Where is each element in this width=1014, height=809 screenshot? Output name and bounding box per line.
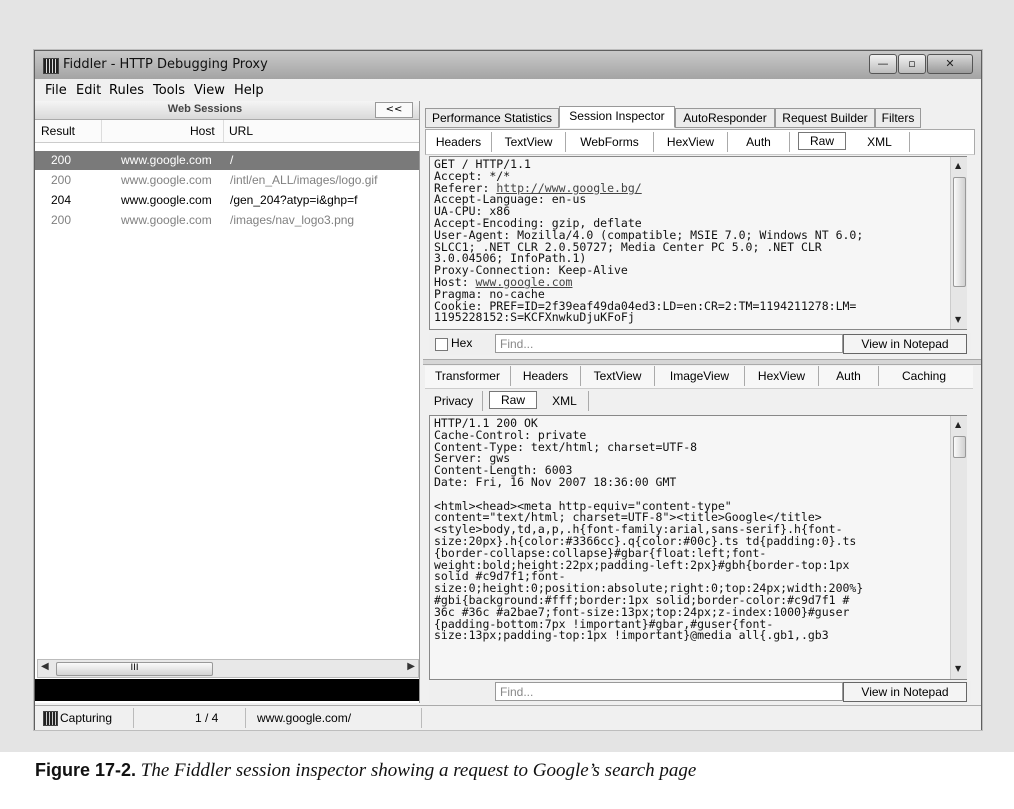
- resp-tab-headers[interactable]: Headers: [511, 366, 581, 386]
- req-tab-hexview[interactable]: HexView: [654, 132, 728, 152]
- menu-file[interactable]: File: [45, 83, 67, 98]
- session-result: 204: [51, 193, 72, 207]
- hex-label: Hex: [451, 336, 473, 350]
- session-url: /gen_204?atyp=i&ghp=f: [230, 193, 358, 207]
- close-button[interactable]: ✕: [927, 54, 973, 74]
- maximize-button[interactable]: ▫: [898, 54, 926, 74]
- tab-performance-statistics[interactable]: Performance Statistics: [425, 108, 559, 128]
- request-view-in-notepad-button[interactable]: View in Notepad: [843, 334, 967, 354]
- session-row[interactable]: 200 www.google.com /images/nav_logo3.png: [35, 211, 419, 230]
- session-row[interactable]: 204 www.google.com /gen_204?atyp=i&ghp=f: [35, 191, 419, 210]
- resp-tab-hexview[interactable]: HexView: [745, 366, 819, 386]
- req-tab-raw[interactable]: Raw: [798, 132, 846, 150]
- resp-tab-caching[interactable]: Caching: [879, 366, 969, 386]
- resp-tab-privacy[interactable]: Privacy: [425, 391, 483, 411]
- response-view-in-notepad-button[interactable]: View in Notepad: [843, 682, 967, 702]
- resp-tab-raw[interactable]: Raw: [489, 391, 537, 409]
- status-url: www.google.com/: [257, 711, 352, 725]
- tab-request-builder[interactable]: Request Builder: [775, 108, 875, 128]
- scroll-right-icon[interactable]: ▶: [407, 661, 415, 672]
- minimize-button[interactable]: —: [869, 54, 897, 74]
- session-result: 200: [51, 213, 72, 227]
- column-url[interactable]: URL: [229, 124, 253, 138]
- session-url: /images/nav_logo3.png: [230, 213, 355, 227]
- hex-checkbox[interactable]: [435, 338, 448, 351]
- request-find-bar: Hex Find... View in Notepad: [429, 333, 971, 355]
- req-tab-auth[interactable]: Auth: [728, 132, 790, 152]
- window-controls: — ▫ ✕: [868, 54, 973, 74]
- figure-caption: Figure 17-2. The Fiddler session inspect…: [35, 760, 696, 782]
- menu-help[interactable]: Help: [234, 83, 264, 98]
- window-title: Fiddler - HTTP Debugging Proxy: [63, 57, 268, 72]
- scroll-down-icon[interactable]: ▼: [955, 315, 961, 324]
- sessions-horizontal-scrollbar[interactable]: ◀ III ▶: [37, 659, 419, 678]
- request-vertical-scrollbar[interactable]: ▲ ▼: [950, 157, 967, 329]
- response-vertical-scrollbar[interactable]: ▲ ▼: [950, 416, 967, 679]
- menu-edit[interactable]: Edit: [76, 83, 101, 98]
- request-find-input[interactable]: Find...: [495, 334, 843, 353]
- web-sessions-pane: Web Sessions << Result Host URL 200 www.…: [35, 101, 420, 703]
- response-find-input[interactable]: Find...: [495, 682, 843, 701]
- figure-label: Figure 17-2.: [35, 760, 137, 780]
- session-result: 200: [51, 153, 72, 167]
- response-raw-text[interactable]: HTTP/1.1 200 OK Cache-Control: private C…: [429, 415, 967, 680]
- scroll-left-icon[interactable]: ◀: [41, 661, 49, 672]
- menu-bar: File Edit Rules Tools View Help: [35, 79, 981, 101]
- resp-tab-transformer[interactable]: Transformer: [425, 366, 511, 386]
- response-scroll-thumb[interactable]: [953, 436, 966, 458]
- tab-session-inspector[interactable]: Session Inspector: [559, 106, 675, 128]
- title-bar[interactable]: Fiddler - HTTP Debugging Proxy — ▫ ✕: [35, 51, 981, 79]
- session-row[interactable]: 200 www.google.com /: [35, 151, 419, 170]
- session-result: 200: [51, 173, 72, 187]
- response-tabs-row1: Transformer Headers TextView ImageView H…: [425, 366, 973, 389]
- session-host: www.google.com: [121, 193, 212, 207]
- session-host: www.google.com: [121, 173, 212, 187]
- resp-tab-textview[interactable]: TextView: [581, 366, 655, 386]
- session-host: www.google.com: [121, 213, 212, 227]
- session-row[interactable]: 200 www.google.com /intl/en_ALL/images/l…: [35, 171, 419, 190]
- req-tab-webforms[interactable]: WebForms: [566, 132, 654, 152]
- req-tab-headers[interactable]: Headers: [426, 132, 492, 152]
- fiddler-window: Fiddler - HTTP Debugging Proxy — ▫ ✕ Fil…: [34, 50, 982, 730]
- scroll-up-icon[interactable]: ▲: [955, 420, 961, 429]
- session-url: /intl/en_ALL/images/logo.gif: [230, 173, 378, 187]
- session-host: www.google.com: [121, 153, 212, 167]
- scrollbar-thumb[interactable]: III: [56, 662, 213, 676]
- web-sessions-title: Web Sessions: [167, 103, 243, 115]
- capturing-icon: [43, 711, 58, 726]
- status-bar: Capturing 1 / 4 www.google.com/: [35, 705, 981, 730]
- column-host[interactable]: Host: [190, 124, 215, 138]
- menu-tools[interactable]: Tools: [153, 83, 185, 98]
- pane-splitter[interactable]: [423, 359, 981, 365]
- column-result[interactable]: Result: [41, 124, 75, 138]
- req-tab-xml[interactable]: XML: [850, 132, 910, 152]
- session-url: /: [230, 153, 234, 167]
- resp-tab-xml[interactable]: XML: [541, 391, 589, 411]
- web-sessions-header: Web Sessions <<: [35, 101, 419, 120]
- request-raw-text[interactable]: GET / HTTP/1.1 Accept: */* Referer: http:/…: [429, 156, 967, 330]
- quickexec-bar[interactable]: [35, 679, 419, 701]
- scroll-down-icon[interactable]: ▼: [955, 664, 961, 673]
- response-find-bar: Find... View in Notepad: [429, 681, 971, 703]
- resp-tab-imageview[interactable]: ImageView: [655, 366, 745, 386]
- status-capturing[interactable]: Capturing: [60, 711, 112, 725]
- tab-filters[interactable]: Filters: [875, 108, 921, 128]
- menu-view[interactable]: View: [194, 83, 225, 98]
- request-scroll-thumb[interactable]: [953, 177, 966, 287]
- collapse-button[interactable]: <<: [375, 102, 413, 118]
- sessions-column-header: Result Host URL: [35, 120, 419, 143]
- status-session-count: 1 / 4: [195, 711, 219, 725]
- menu-rules[interactable]: Rules: [109, 83, 144, 98]
- response-tabs-row2: Privacy Raw XML: [425, 389, 973, 413]
- request-tabs: Headers TextView WebForms HexView Auth R…: [425, 129, 975, 155]
- fiddler-app-icon: [43, 58, 59, 74]
- inspector-pane: Performance Statistics Session Inspector…: [423, 101, 981, 703]
- resp-tab-auth[interactable]: Auth: [819, 366, 879, 386]
- req-tab-textview[interactable]: TextView: [492, 132, 566, 152]
- tab-autoresponder[interactable]: AutoResponder: [675, 108, 775, 128]
- scroll-up-icon[interactable]: ▲: [955, 161, 961, 170]
- figure-caption-text: The Fiddler session inspector showing a …: [140, 760, 697, 781]
